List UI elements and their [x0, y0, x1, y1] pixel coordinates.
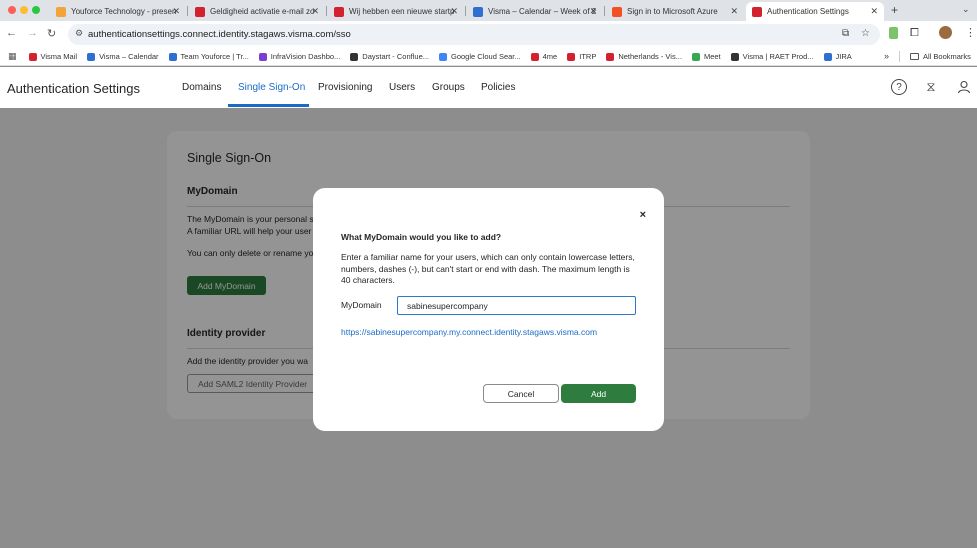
- bookmark-item[interactable]: Netherlands - Vis...: [606, 52, 682, 61]
- tab-favicon-icon: [56, 6, 66, 17]
- browser-tab-active[interactable]: Authentication Settings ✕: [746, 2, 884, 21]
- mydomain-field-label: MyDomain: [341, 300, 382, 310]
- close-window-icon[interactable]: [8, 6, 16, 14]
- help-icon[interactable]: ?: [891, 79, 907, 95]
- bookmark-favicon-icon: [168, 52, 177, 61]
- hourglass-icon[interactable]: ⧖: [923, 79, 939, 95]
- reload-icon[interactable]: ↻: [47, 27, 56, 40]
- browser-tab[interactable]: Youforce Technology - presen ✕: [50, 2, 186, 21]
- bookmark-item[interactable]: Team Youforce | Tr...: [168, 52, 249, 61]
- browser-tab[interactable]: Sign in to Microsoft Azure ✕: [606, 2, 744, 21]
- tab-close-icon[interactable]: ✕: [450, 6, 458, 17]
- bookmark-favicon-icon: [350, 52, 359, 61]
- more-bookmarks-button[interactable]: »: [884, 51, 889, 61]
- tab-favicon-icon: [752, 6, 762, 17]
- browser-tab[interactable]: Visma – Calendar – Week of 2 ✕: [467, 2, 603, 21]
- bookmark-item[interactable]: JIRA: [823, 52, 852, 61]
- add-mydomain-dialog: × What MyDomain would you like to add? E…: [313, 188, 664, 431]
- open-in-app-icon[interactable]: ⧉: [842, 28, 849, 39]
- minimize-window-icon[interactable]: [20, 6, 28, 14]
- tab-groups[interactable]: Groups: [432, 82, 465, 93]
- app-title: Authentication Settings: [7, 81, 140, 96]
- bookmark-item[interactable]: Visma | RAET Prod...: [730, 52, 814, 61]
- new-tab-button[interactable]: +: [891, 3, 898, 17]
- bookmark-favicon-icon: [258, 52, 267, 61]
- tab-close-icon[interactable]: ✕: [311, 6, 319, 17]
- bookmark-item[interactable]: Daystart - Conflue...: [350, 52, 429, 61]
- bookmark-favicon-icon: [28, 52, 37, 61]
- bookmark-item[interactable]: InfraVision Dashbo...: [258, 52, 340, 61]
- browser-tab[interactable]: Geldigheid activatie e-mail zo ✕: [189, 2, 325, 21]
- bookmark-item[interactable]: ITRP: [567, 52, 596, 61]
- user-profile-icon[interactable]: [956, 79, 972, 95]
- profile-avatar[interactable]: [939, 26, 952, 39]
- folder-icon: [910, 53, 919, 60]
- bookmark-star-icon[interactable]: ☆: [861, 28, 870, 39]
- tab-single-sign-on[interactable]: Single Sign-On: [238, 82, 305, 93]
- site-info-icon[interactable]: ⚙: [75, 28, 83, 39]
- dialog-description: Enter a familiar name for your users, wh…: [341, 252, 635, 285]
- all-bookmarks-button[interactable]: All Bookmarks: [910, 52, 971, 61]
- bookmark-item[interactable]: Google Cloud Sear...: [439, 52, 521, 61]
- bookmark-favicon-icon: [823, 52, 832, 61]
- forward-arrow-icon[interactable]: →: [27, 27, 38, 39]
- add-button[interactable]: Add: [561, 384, 636, 403]
- dialog-title: What MyDomain would you like to add?: [341, 232, 502, 242]
- tab-users[interactable]: Users: [389, 82, 415, 93]
- address-toolbar: ← → ↻ ⚙ authenticationsettings.connect.i…: [0, 21, 977, 48]
- bookmark-item[interactable]: Visma Mail: [28, 52, 77, 61]
- browser-menu-icon[interactable]: ⋮: [965, 26, 976, 39]
- mydomain-input[interactable]: sabinesupercompany: [397, 296, 636, 315]
- bookmark-item[interactable]: Meet: [691, 52, 721, 61]
- active-tab-indicator: [228, 104, 309, 107]
- extension-icon[interactable]: [889, 27, 898, 39]
- tab-search-icon[interactable]: ⌄: [962, 4, 970, 15]
- bookmark-favicon-icon: [730, 52, 739, 61]
- bookmark-favicon-icon: [606, 52, 615, 61]
- bookmark-favicon-icon: [530, 52, 539, 61]
- tab-divider: [187, 6, 188, 16]
- app-header: Authentication Settings Domains Single S…: [0, 67, 977, 108]
- tab-provisioning[interactable]: Provisioning: [318, 82, 372, 93]
- bookmark-favicon-icon: [439, 52, 447, 61]
- url-text[interactable]: authenticationsettings.connect.identity.…: [88, 29, 351, 40]
- tab-close-icon[interactable]: ✕: [870, 6, 878, 17]
- bookmarks-divider: [899, 51, 900, 62]
- tab-policies[interactable]: Policies: [481, 82, 515, 93]
- tab-close-icon[interactable]: ✕: [589, 6, 597, 17]
- browser-tab-strip: Youforce Technology - presen ✕ Geldighei…: [0, 0, 977, 21]
- cancel-button[interactable]: Cancel: [483, 384, 559, 403]
- bookmark-favicon-icon: [691, 52, 700, 61]
- tab-divider: [604, 6, 605, 16]
- tab-close-icon[interactable]: ✕: [730, 6, 738, 17]
- bookmark-item[interactable]: Visma – Calendar: [87, 52, 159, 61]
- maximize-window-icon[interactable]: [32, 6, 40, 14]
- tab-favicon-icon: [473, 6, 483, 17]
- omnibox[interactable]: ⚙ authenticationsettings.connect.identit…: [68, 24, 880, 45]
- extensions-puzzle-icon[interactable]: ⧠: [910, 27, 919, 40]
- bookmarks-bar: ▦ Visma Mail Visma – Calendar Team Youfo…: [0, 48, 977, 66]
- bookmark-item[interactable]: 4me: [530, 52, 557, 61]
- bookmark-favicon-icon: [87, 52, 96, 61]
- tab-divider: [326, 6, 327, 16]
- tab-favicon-icon: [334, 6, 344, 17]
- apps-grid-icon[interactable]: ▦: [8, 51, 17, 62]
- mydomain-preview-url: https://sabinesupercompany.my.connect.id…: [341, 327, 598, 337]
- bookmark-favicon-icon: [567, 52, 576, 61]
- browser-tab[interactable]: Wij hebben een nieuwe startp ✕: [328, 2, 464, 21]
- tab-close-icon[interactable]: ✕: [172, 6, 180, 17]
- tab-favicon-icon: [612, 6, 622, 17]
- tab-divider: [465, 6, 466, 16]
- tab-favicon-icon: [195, 6, 205, 17]
- tab-domains[interactable]: Domains: [182, 82, 221, 93]
- back-arrow-icon[interactable]: ←: [6, 27, 17, 39]
- close-icon[interactable]: ×: [640, 209, 646, 221]
